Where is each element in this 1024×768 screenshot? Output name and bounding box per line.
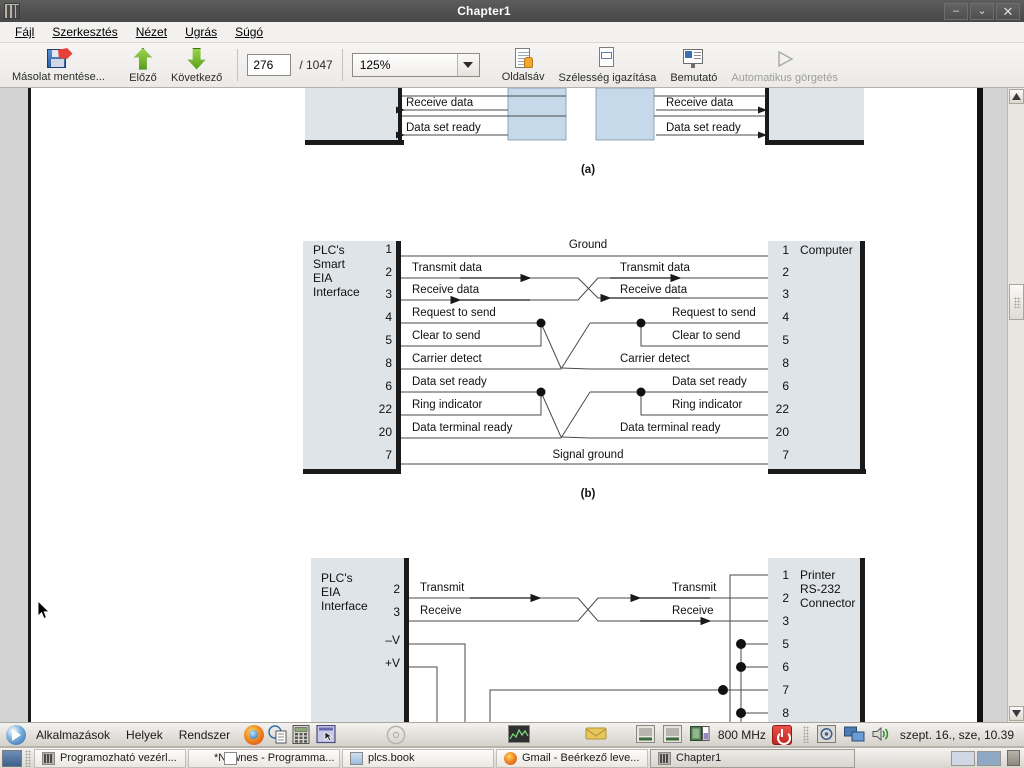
evince-active-icon [658,751,671,765]
gnome-panel: Alkalmazások Helyek Rendszer 800 MHz sze… [0,722,1024,747]
menu-go[interactable]: Ugrás [176,23,226,41]
fit-width-label: Szélesség igazítása [558,71,657,84]
sidebar-label: Oldalsáv [501,70,545,83]
menu-file-label: Fájl [15,25,35,39]
show-desktop-icon[interactable] [2,749,22,767]
sidebar-icon [512,47,534,70]
toolbar-separator [237,49,239,81]
panel-tray: 800 MHz szept. 16., sze, 10.39 [634,724,1024,745]
menu-applications[interactable]: Alkalmazások [28,728,118,742]
menu-view-label: Nézet [135,25,168,39]
volume-icon[interactable] [871,725,891,745]
autoscroll-button[interactable]: Automatikus görgetés [725,44,843,86]
zoom-select[interactable]: 125% [351,53,480,77]
menu-view[interactable]: Nézet [127,23,176,41]
network-icon[interactable] [843,725,865,745]
scroll-down-button[interactable] [1009,706,1024,721]
presentation-label: Bemutató [670,71,718,84]
book-icon [350,751,363,765]
evince-icon [42,751,55,765]
scrollbar-thumb[interactable] [1009,284,1024,320]
fit-width-icon [595,46,619,71]
autoscroll-label: Automatikus görgetés [731,71,838,84]
task-label-3: plcs.book [368,752,415,764]
applications-menu-icon[interactable] [6,724,26,745]
power-icon[interactable] [771,724,792,745]
save-copy-label: Másolat mentése... [12,70,105,83]
desktop: Chapter1 – ⌄ ✕ Fájl Szerkesztés Nézet Ug… [0,0,1024,768]
menu-places[interactable]: Helyek [118,728,171,742]
window-list-grip[interactable] [25,749,31,767]
firefox-task-icon [504,751,517,765]
firefox-icon[interactable] [244,724,265,745]
save-icon [46,48,70,70]
document-page [28,88,983,722]
calculator-icon[interactable] [292,724,312,745]
task-label-5: Chapter1 [676,752,722,764]
trash-icon[interactable] [1007,750,1020,766]
window-title: Chapter1 [457,4,511,18]
window-list-panel: Programozható vezérl... *Newnes - Progra… [0,747,1024,768]
arrow-up-icon [132,47,154,71]
disk-icon-2[interactable] [662,724,683,745]
vertical-scrollbar[interactable] [1007,88,1024,722]
task-button-2[interactable]: *Newnes - Programma... [188,748,340,768]
clock-label[interactable]: szept. 16., sze, 10.39 [896,728,1018,742]
menu-edit[interactable]: Szerkesztés [43,23,126,41]
maximize-button[interactable]: ⌄ [970,2,994,20]
screenshot-icon[interactable] [316,724,336,745]
previous-label: Előző [129,71,157,84]
mixer-icon[interactable] [816,724,837,745]
cpu-frequency-label: 800 MHz [717,727,766,742]
next-label: Következő [170,71,223,84]
workspace-1[interactable] [951,750,975,766]
minimize-button[interactable]: – [944,2,968,20]
menu-go-label: Ugrás [185,25,218,39]
task-label-4: Gmail - Beérkező leve... [522,752,640,764]
document-view[interactable]: Receive data Data set ready Receive data… [0,88,1007,722]
toolbar: Másolat mentése... Előző Következő / 104… [0,43,1024,88]
disk-icon-1[interactable] [635,724,656,745]
task-button-5[interactable]: Chapter1 [650,748,855,768]
cpu-frequency-icon[interactable] [689,725,710,745]
task-button-3[interactable]: plcs.book [342,748,494,768]
menubar: Fájl Szerkesztés Nézet Ugrás Súgó [0,22,1024,43]
play-icon [773,47,797,71]
previous-page-button[interactable]: Előző [123,44,163,86]
task-button-4[interactable]: Gmail - Beérkező leve... [496,748,648,768]
arrow-down-icon [186,47,208,71]
dictionary-icon[interactable] [268,724,288,745]
page-number-input[interactable] [247,54,292,76]
presentation-icon [682,47,706,71]
page-icon [224,751,237,765]
sidebar-button[interactable]: Oldalsáv [496,44,551,86]
cd-icon[interactable] [386,725,406,745]
chevron-down-icon[interactable] [456,54,479,76]
window-titlebar[interactable]: Chapter1 – ⌄ ✕ [0,0,1024,22]
menu-file[interactable]: Fájl [6,23,43,41]
zoom-value: 125% [359,58,391,72]
menu-help[interactable]: Súgó [226,23,272,41]
save-copy-button[interactable]: Másolat mentése... [6,44,111,86]
mouse-cursor [38,601,50,620]
system-monitor-icon[interactable] [508,724,531,745]
close-button[interactable]: ✕ [996,2,1020,20]
tray-grip[interactable] [802,726,809,743]
fit-width-button[interactable]: Szélesség igazítása [552,44,662,86]
menu-system[interactable]: Rendszer [171,728,238,742]
scroll-up-button[interactable] [1009,89,1024,104]
menu-edit-label: Szerkesztés [52,25,118,39]
window-controls: – ⌄ ✕ [944,2,1020,20]
workspace-switcher[interactable] [951,750,1024,766]
presentation-button[interactable]: Bemutató [664,44,723,86]
window-icon [4,3,20,19]
task-button-1[interactable]: Programozható vezérl... [34,748,186,768]
task-label-1: Programozható vezérl... [60,752,177,764]
page-total-label: / 1047 [299,58,333,72]
mail-icon[interactable] [585,725,607,745]
menu-help-label: Súgó [235,25,264,39]
workspace-2[interactable] [977,750,1001,766]
toolbar-separator-2 [341,49,343,81]
next-page-button[interactable]: Következő [165,44,228,86]
